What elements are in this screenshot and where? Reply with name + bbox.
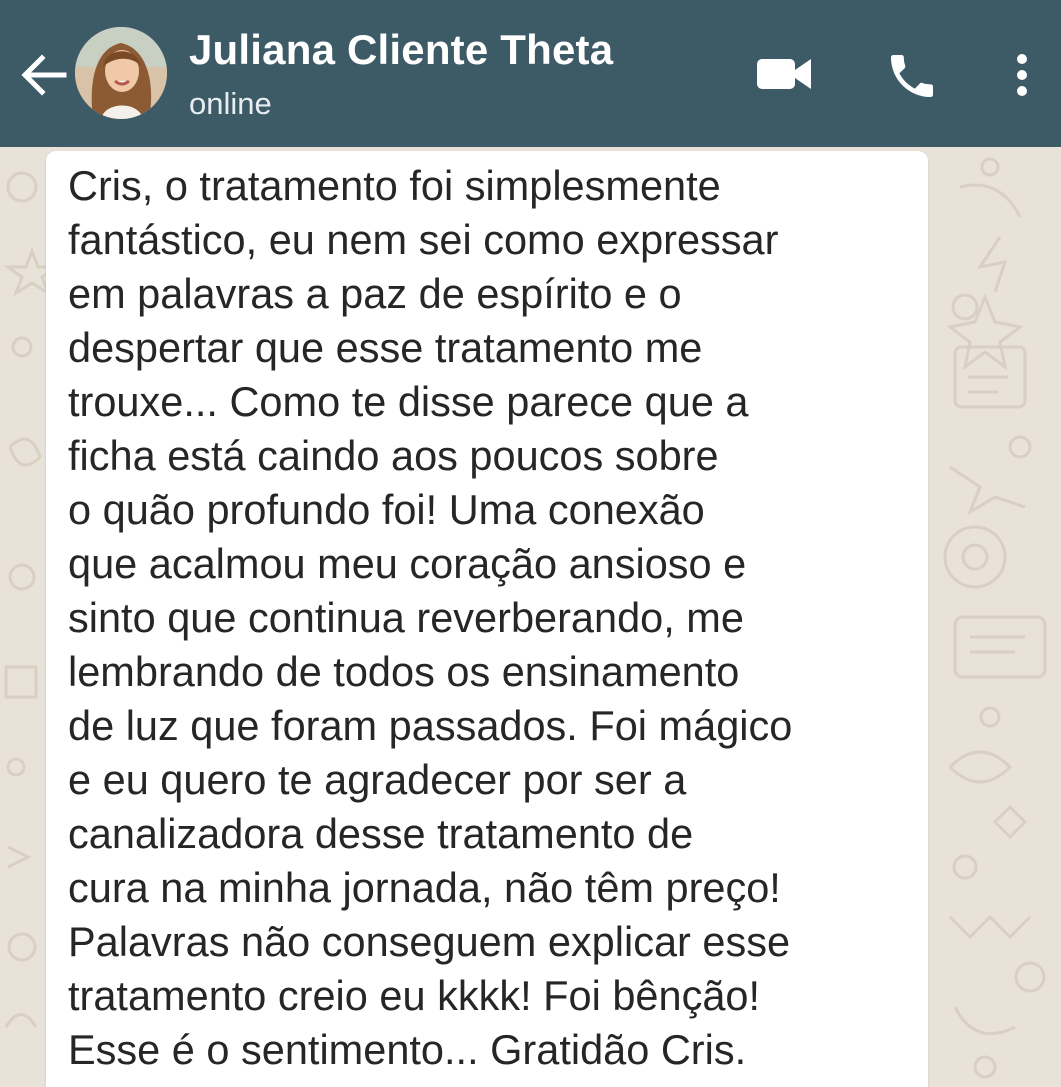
contact-status: online (189, 86, 272, 121)
more-vertical-icon (1017, 54, 1027, 96)
video-call-button[interactable] (755, 55, 813, 93)
phone-icon (891, 55, 933, 97)
message-bubble[interactable]: Cris, o tratamento foi simplesmente fant… (46, 151, 928, 1087)
chat-area[interactable]: Cris, o tratamento foi simplesmente fant… (0, 147, 1061, 1087)
voice-call-button[interactable] (884, 48, 940, 104)
chat-header: Juliana Cliente Theta online (0, 0, 1061, 147)
more-options-button[interactable] (1005, 50, 1039, 100)
avatar[interactable] (75, 27, 167, 119)
contact-name[interactable]: Juliana Cliente Theta (189, 26, 613, 74)
back-button[interactable] (14, 45, 74, 105)
contact-photo (75, 27, 167, 119)
arrow-left-icon (21, 54, 67, 96)
message-text: Cris, o tratamento foi simplesmente fant… (68, 162, 793, 1073)
video-camera-icon (757, 59, 811, 89)
